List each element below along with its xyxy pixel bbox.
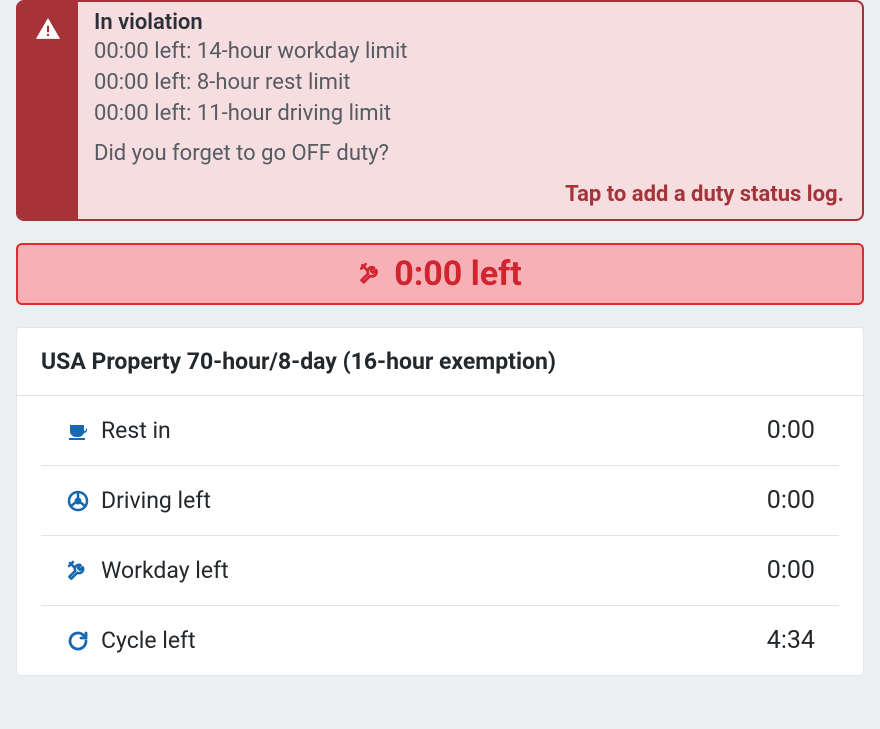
status-value: 0:00 [767,486,815,515]
status-row-rest[interactable]: Rest in 0:00 [41,396,839,466]
status-label: Driving left [101,487,211,514]
time-left-banner[interactable]: 0:00 left [16,243,864,305]
violation-alert-title: In violation [94,10,844,35]
violation-alert-line: 00:00 left: 8-hour rest limit [94,68,844,99]
status-label: Rest in [101,417,171,444]
status-value: 0:00 [767,556,815,585]
time-left-text: 0:00 left [394,254,522,294]
status-value: 4:34 [767,626,815,655]
violation-alert-body: In violation 00:00 left: 14-hour workday… [78,2,862,219]
violation-alert[interactable]: In violation 00:00 left: 14-hour workday… [16,0,864,221]
warning-icon [35,16,61,42]
violation-alert-line: 00:00 left: 11-hour driving limit [94,99,844,130]
status-row-left: Workday left [65,557,229,584]
status-row-workday[interactable]: Workday left 0:00 [41,536,839,606]
tools-icon [65,558,91,584]
refresh-icon [65,628,91,654]
status-label: Workday left [101,557,229,584]
cup-icon [65,418,91,444]
status-row-left: Rest in [65,417,171,444]
status-row-left: Cycle left [65,627,196,654]
steering-wheel-icon [65,488,91,514]
hos-ruleset-title: USA Property 70-hour/8-day (16-hour exem… [17,328,863,396]
hos-status-list: Rest in 0:00 Driving left 0:00 [17,396,863,675]
status-label: Cycle left [101,627,196,654]
tools-icon [358,261,384,287]
status-value: 0:00 [767,416,815,445]
status-row-left: Driving left [65,487,211,514]
violation-alert-sidebar [18,2,78,219]
status-row-driving[interactable]: Driving left 0:00 [41,466,839,536]
violation-alert-line: 00:00 left: 14-hour workday limit [94,37,844,68]
violation-alert-question: Did you forget to go OFF duty? [94,141,844,166]
status-row-cycle[interactable]: Cycle left 4:34 [41,606,839,675]
hos-status-card: USA Property 70-hour/8-day (16-hour exem… [16,327,864,676]
add-duty-status-link[interactable]: Tap to add a duty status log. [94,182,844,207]
